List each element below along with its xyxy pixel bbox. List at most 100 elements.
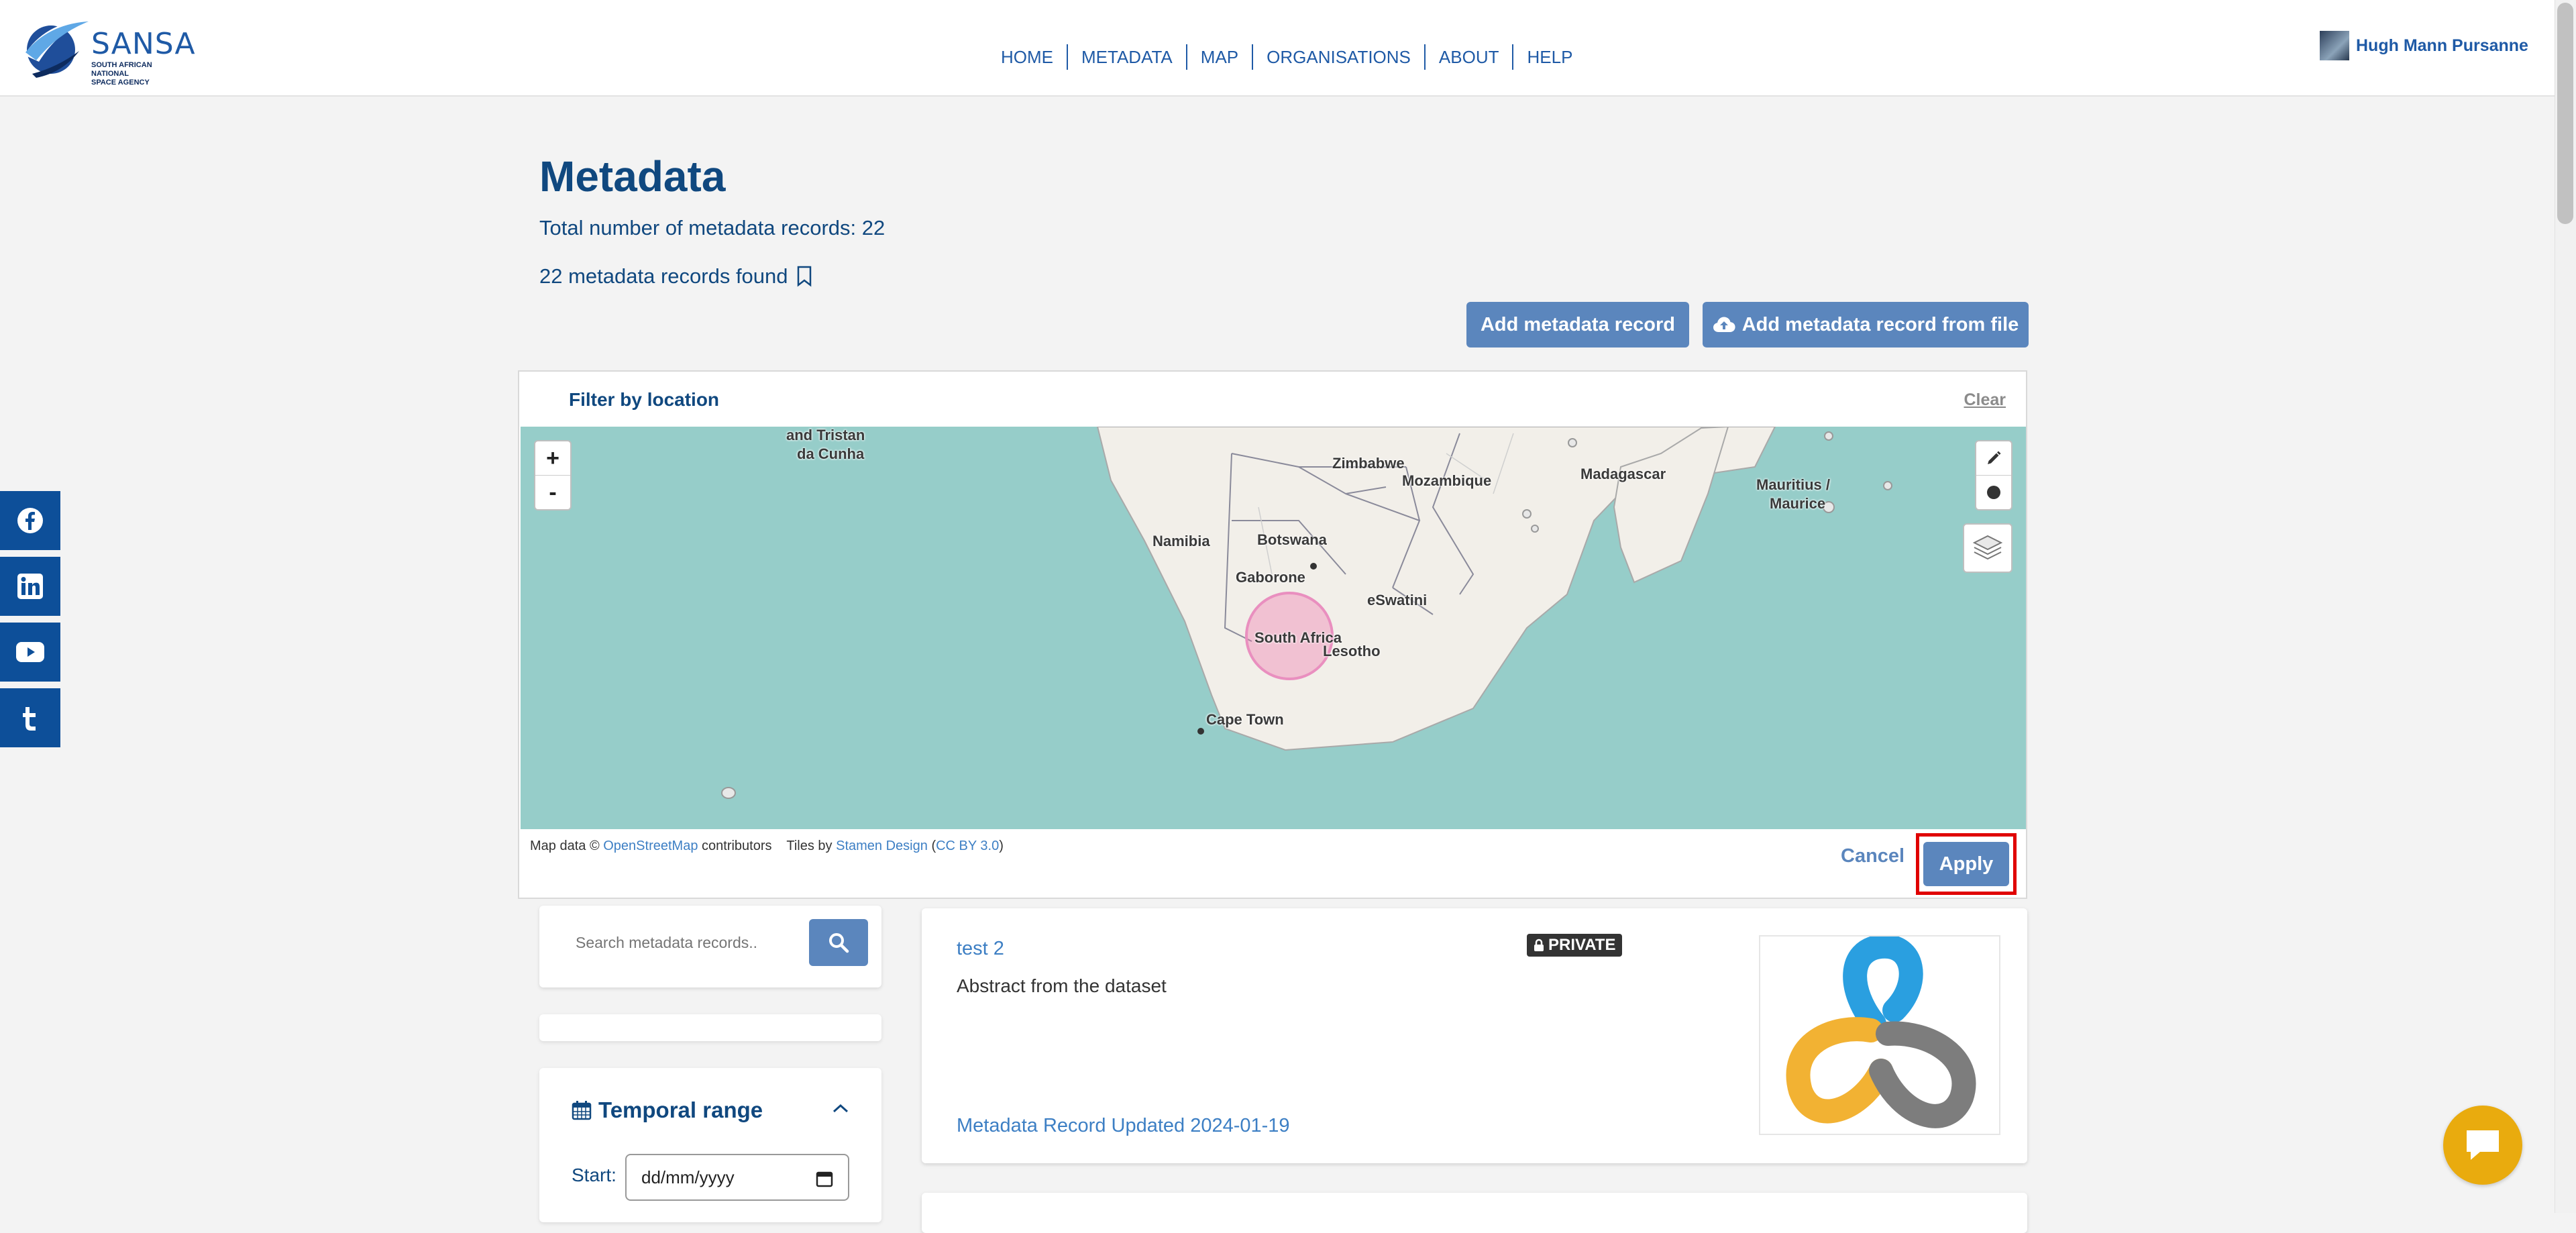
map-label-namibia: Namibia [1152,533,1210,549]
map-label-tristan: and Tristan [786,427,865,443]
nav-map[interactable]: MAP [1187,44,1254,70]
map-label-zimbabwe: Zimbabwe [1332,455,1405,472]
logo-subtitle-2: SPACE AGENCY [91,78,150,87]
nav-help[interactable]: HELP [1513,44,1586,70]
search-input[interactable] [554,919,806,966]
nav-organisations[interactable]: ORGANISATIONS [1253,44,1426,70]
empty-filter-panel [539,1014,881,1041]
zoom-in-button[interactable]: + [535,441,570,475]
metadata-record-card-2 [922,1193,2027,1233]
map-label-botswana: Botswana [1257,531,1327,548]
calendar-icon [572,1101,592,1120]
map-label-mozambique: Mozambique [1402,472,1492,489]
search-panel [539,906,881,987]
stamen-design-link[interactable]: Stamen Design [836,839,928,853]
start-date-label: Start: [572,1165,616,1185]
filter-cancel-button[interactable]: Cancel [1841,845,1904,867]
add-metadata-from-file-button[interactable]: Add metadata record from file [1703,302,2029,347]
records-found-label: 22 metadata records found [539,264,788,288]
nav-home[interactable]: HOME [987,44,1068,70]
map-label-mauritius-2: Maurice [1770,495,1826,512]
zoom-out-button[interactable]: - [535,475,570,509]
user-menu[interactable]: Hugh Mann Pursanne [2320,31,2528,60]
facebook-button[interactable] [0,491,60,550]
map-label-eswatini: eSwatini [1367,592,1428,608]
draw-polygon-button[interactable] [1976,441,2011,475]
cloud-upload-icon [1713,317,1735,332]
bookmark-icon[interactable] [796,266,812,287]
map-label-cape-town: Cape Town [1206,711,1284,728]
page-title: Metadata [539,152,726,201]
map-label-lesotho: Lesotho [1323,643,1381,659]
temporal-range-title: Temporal range [598,1097,763,1122]
map-attribution: Map data © OpenStreetMap contributors Ti… [530,839,1004,854]
logo-name: SANSA [91,27,196,61]
social-links [0,491,60,754]
record-thumbnail[interactable] [1759,934,2000,1135]
chevron-up-icon[interactable] [832,1103,849,1114]
layers-icon [1972,535,2003,560]
map-label-tristan-2: da Cunha [797,445,865,462]
openstreetmap-link[interactable]: OpenStreetMap [603,839,698,853]
scrollbar-thumb[interactable] [2557,3,2573,224]
tumblr-icon [23,707,36,731]
location-map[interactable]: and Tristan da Cunha Zimbabwe Mozambique… [521,427,2026,829]
nav-about[interactable]: ABOUT [1426,44,1514,70]
private-badge: PRIVATE [1527,934,1623,957]
logo-text: SANSA SOUTH AFRICAN NATIONAL SPACE AGENC… [91,27,196,87]
chat-button[interactable] [2443,1106,2522,1185]
record-title-link[interactable]: test 2 [957,938,1004,960]
draw-circle-button[interactable] [1976,475,2011,509]
search-button[interactable] [809,919,868,966]
linkedin-button[interactable] [0,557,60,616]
draw-control [1975,440,2012,511]
add-metadata-record-button[interactable]: Add metadata record [1466,302,1689,347]
map-label-gaborone: Gaborone [1236,569,1305,586]
calendar-picker-icon[interactable] [816,1170,833,1187]
logo-subtitle-1: SOUTH AFRICAN NATIONAL [91,61,152,78]
apply-highlight-box: Apply [1916,833,2017,895]
attribution-prefix: Map data © [530,839,600,853]
cc-license-link[interactable]: CC BY 3.0 [936,839,999,853]
lock-icon [1534,939,1544,951]
records-found-text: 22 metadata records found [539,264,812,288]
layers-control-button[interactable] [1963,523,2012,573]
user-name: Hugh Mann Pursanne [2356,36,2528,55]
record-abstract: Abstract from the dataset [957,975,1167,996]
sansa-logo[interactable]: SANSA SOUTH AFRICAN NATIONAL SPACE AGENC… [19,15,195,87]
total-records-text: Total number of metadata records: 22 [539,216,885,239]
avatar [2320,31,2349,60]
record-logo-icon [1786,934,1976,1128]
youtube-icon [16,642,44,662]
circle-icon [1987,486,2000,499]
filter-apply-button[interactable]: Apply [1923,842,2009,886]
attribution-contributors: contributors [702,839,772,853]
filter-clear-link[interactable]: Clear [1964,390,2006,410]
nav-metadata[interactable]: METADATA [1068,44,1187,70]
add-from-file-label: Add metadata record from file [1741,313,2019,335]
map-label-mauritius: Mauritius / [1756,476,1831,493]
linkedin-icon [17,574,43,599]
tumblr-button[interactable] [0,688,60,747]
youtube-button[interactable] [0,623,60,682]
record-updated-date: Metadata Record Updated 2024-01-19 [957,1115,1290,1136]
top-navbar: SANSA SOUTH AFRICAN NATIONAL SPACE AGENC… [0,0,2555,97]
attribution-tiles: Tiles by [786,839,833,853]
sansa-swoosh-icon [24,19,91,78]
search-icon [829,933,849,953]
private-badge-label: PRIVATE [1548,936,1616,954]
start-date-input[interactable]: dd/mm/yyyy [625,1154,849,1201]
filter-by-location-panel: Filter by location Clear and Tristan da … [518,370,2027,899]
temporal-range-header[interactable]: Temporal range [572,1097,763,1123]
facebook-icon [17,508,43,533]
filter-title: Filter by location [569,389,720,410]
attribution-close-paren: ) [999,839,1004,853]
pencil-icon [1988,451,2001,464]
zoom-control: + - [534,440,572,511]
main-nav: HOME METADATA MAP ORGANISATIONS ABOUT HE… [987,44,1586,70]
chat-bubble-icon [2467,1130,2499,1160]
metadata-record-card: test 2 PRIVATE Abstract from the dataset… [922,908,2027,1163]
temporal-range-panel: Temporal range Start: dd/mm/yyyy [539,1068,881,1222]
start-date-value: dd/mm/yyyy [641,1167,735,1187]
map-label-madagascar: Madagascar [1580,466,1666,482]
